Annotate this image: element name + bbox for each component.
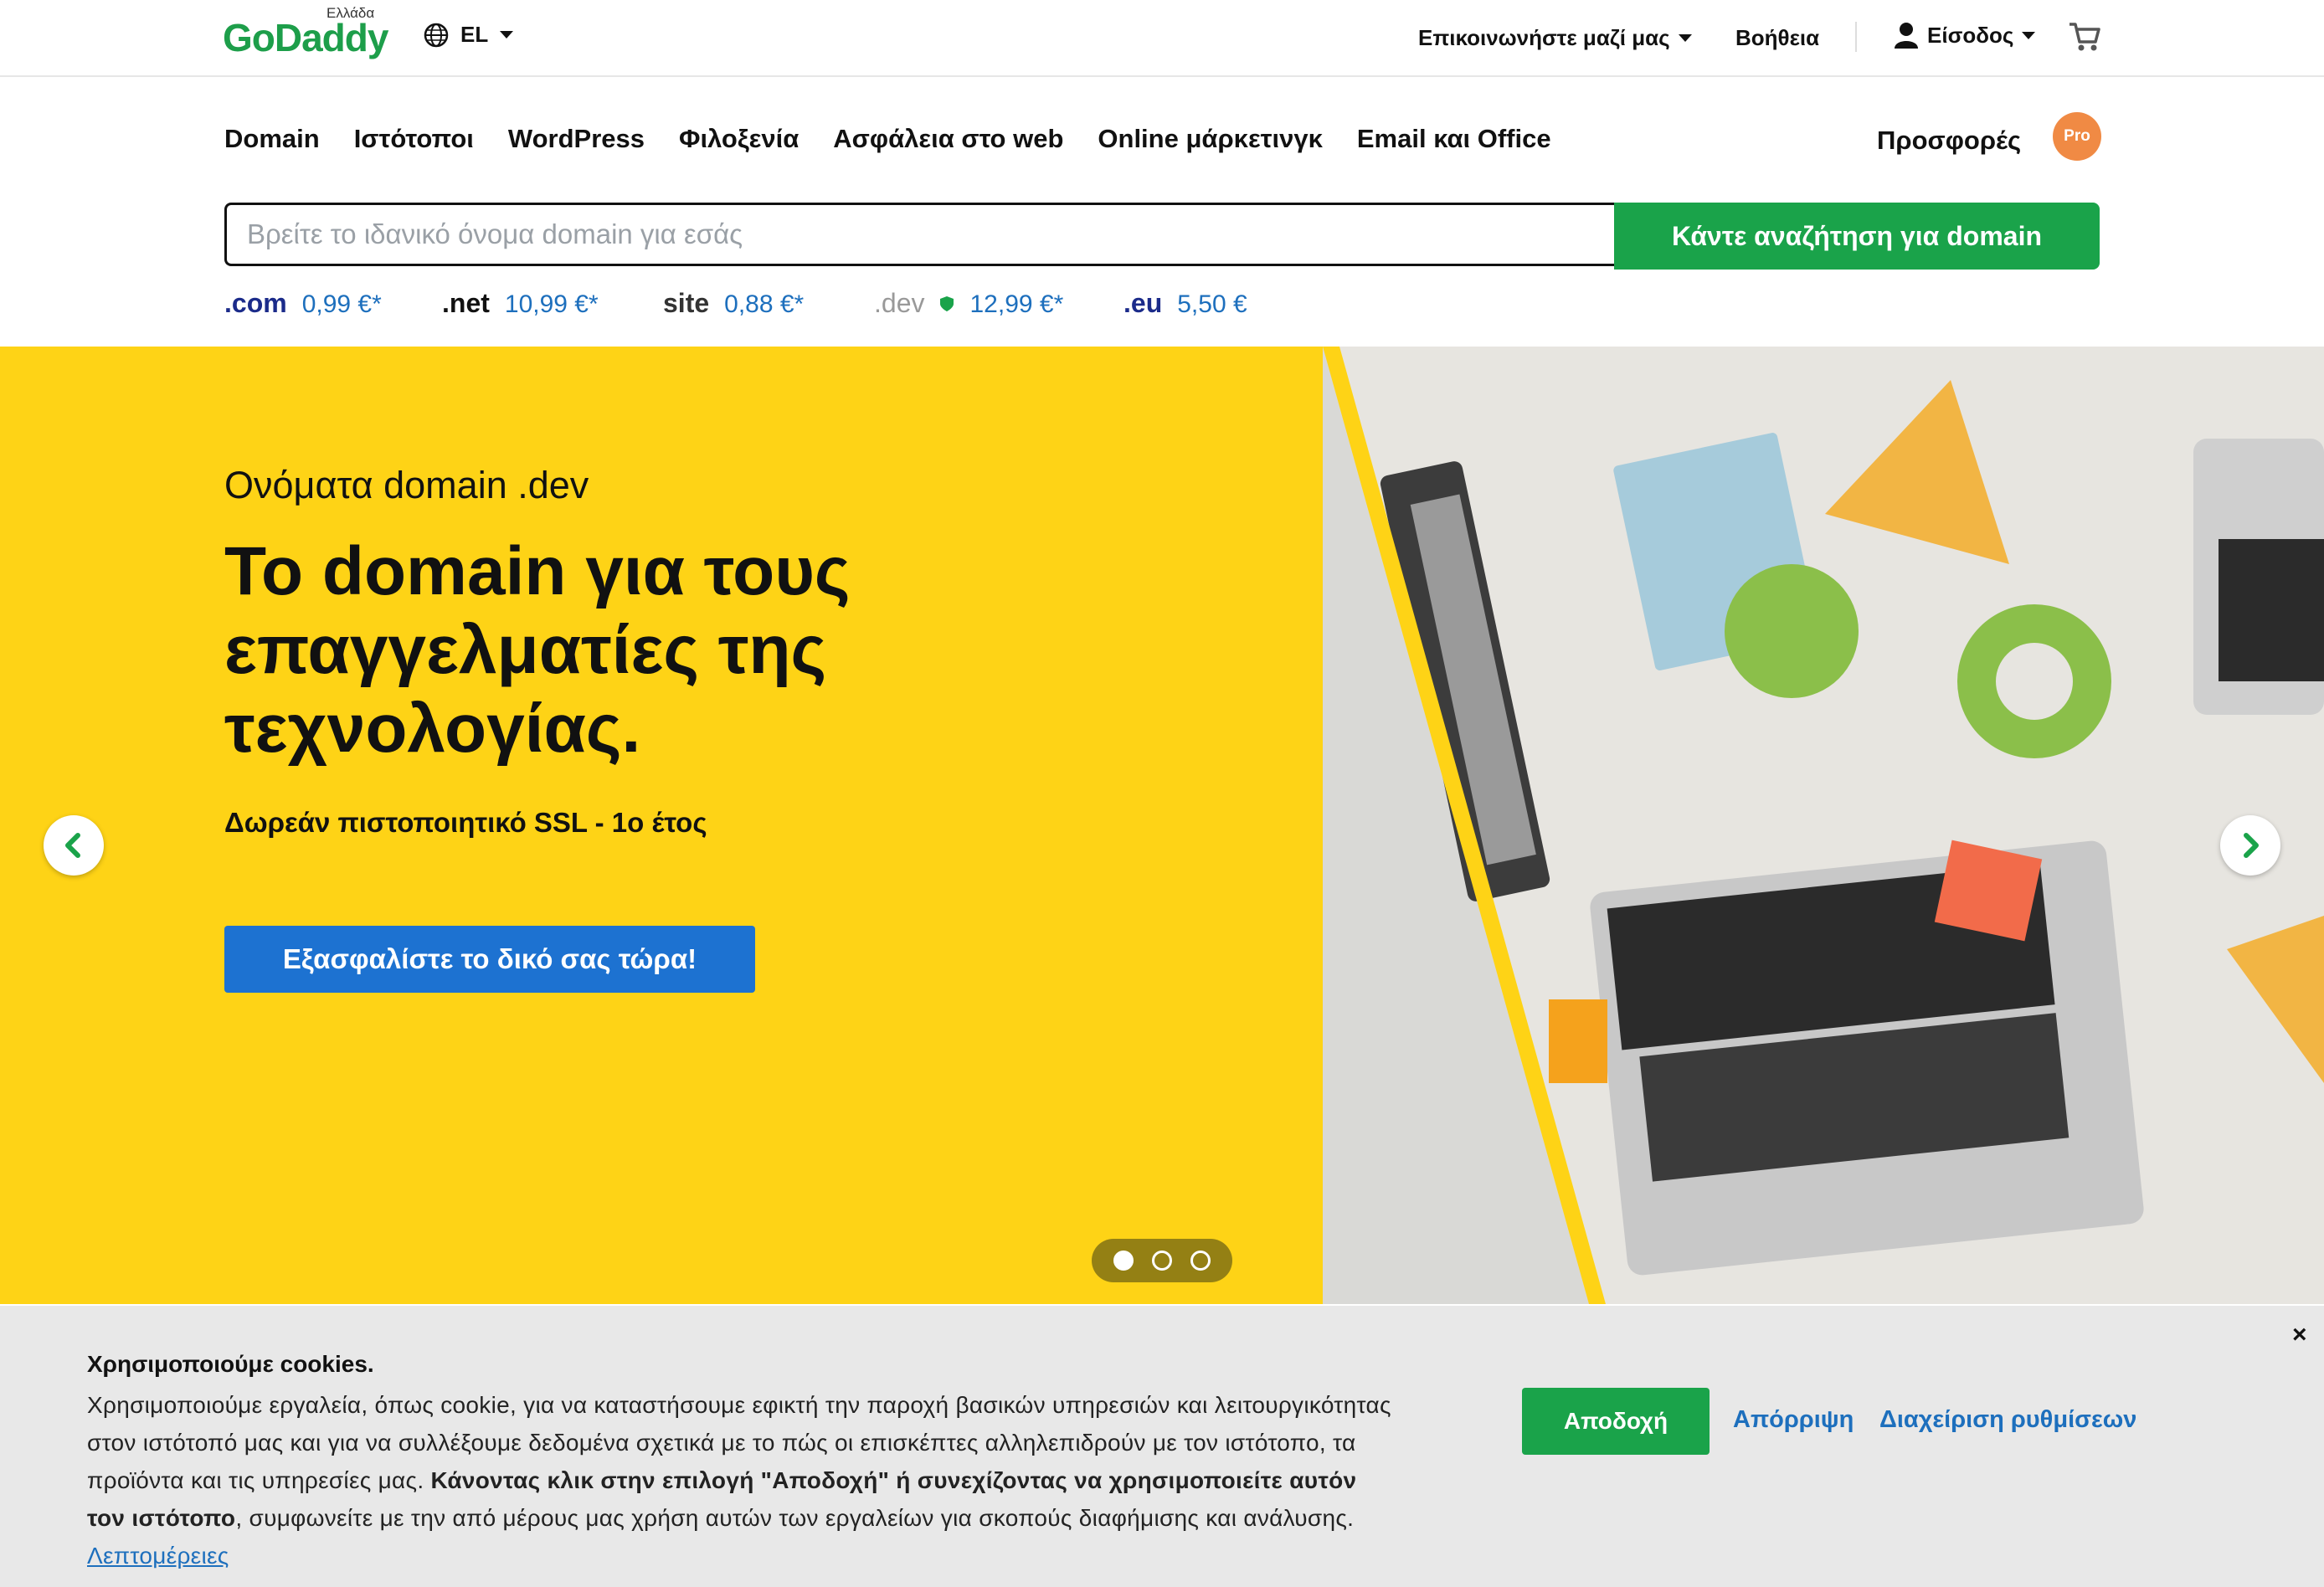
- language-selector[interactable]: EL: [424, 22, 514, 48]
- tld-price: 5,50 €: [1177, 290, 1247, 318]
- tld-eu[interactable]: .eu 5,50 €: [1123, 288, 1247, 319]
- nav-item-promotions[interactable]: Προσφορές: [1877, 126, 2021, 156]
- nav-item-email[interactable]: Email και Office: [1357, 124, 1551, 154]
- signin-label: Είσοδος: [1927, 22, 2014, 48]
- nav-item-wordpress[interactable]: WordPress: [508, 124, 645, 154]
- cart-icon: [2069, 23, 2100, 51]
- tld-price: 0,88 €*: [724, 290, 805, 318]
- nav-item-security[interactable]: Ασφάλεια στο web: [833, 124, 1063, 154]
- cookie-manage-button[interactable]: Διαχείριση ρυθμίσεων: [1879, 1406, 2136, 1434]
- nav-item-hosting[interactable]: Φιλοξενία: [679, 124, 799, 154]
- cookie-details-link[interactable]: Λεπτομέρειες: [87, 1543, 229, 1569]
- help-link[interactable]: Βοήθεια: [1735, 25, 1819, 51]
- hero-subline: Δωρεάν πιστοποιητικό SSL - 1ο έτος: [224, 807, 707, 838]
- divider: [1855, 22, 1857, 52]
- nav-item-domain[interactable]: Domain: [224, 124, 320, 154]
- chevron-left-icon: [65, 833, 80, 858]
- hero-carousel: Ονόματα domain .dev Το domain για τους ε…: [0, 347, 2324, 1304]
- hero-eyebrow: Ονόματα domain .dev: [224, 464, 589, 506]
- carousel-dot[interactable]: [1190, 1251, 1211, 1271]
- godaddy-logo[interactable]: GoDaddy: [223, 15, 388, 60]
- tld-net[interactable]: .net 10,99 €*: [442, 288, 599, 319]
- language-code: EL: [460, 22, 489, 47]
- domain-search-button[interactable]: Κάντε αναζήτηση για domain: [1614, 203, 2100, 270]
- nav-item-websites[interactable]: Ιστότοποι: [354, 124, 474, 154]
- domain-search-input[interactable]: [224, 203, 1837, 266]
- pro-badge[interactable]: Pro: [2053, 112, 2101, 161]
- carousel-dot[interactable]: [1113, 1251, 1134, 1271]
- carousel-next-button[interactable]: [2220, 815, 2280, 876]
- cookie-title: Χρησιμοποιούμε cookies.: [87, 1351, 374, 1377]
- tld-name: .eu: [1123, 288, 1163, 318]
- shield-icon: [940, 296, 954, 311]
- main-nav: Domain Ιστότοποι WordPress Φιλοξενία Ασφ…: [224, 124, 1586, 154]
- cookie-text-end: , συμφωνείτε με την από μέρους μας χρήση…: [235, 1505, 1355, 1531]
- contact-label: Επικοινωνήστε μαζί μας: [1418, 25, 1670, 50]
- hero-cta-button[interactable]: Εξασφαλίστε το δικό σας τώρα!: [224, 926, 755, 993]
- carousel-pagination: [1092, 1239, 1232, 1282]
- carousel-prev-button[interactable]: [44, 815, 104, 876]
- logo-region-label: Ελλάδα: [326, 5, 375, 21]
- carousel-dot[interactable]: [1152, 1251, 1172, 1271]
- signin-menu[interactable]: Είσοδος: [1894, 22, 2036, 49]
- chevron-down-icon: [500, 31, 514, 39]
- tld-dev[interactable]: .dev 12,99 €*: [874, 288, 1063, 319]
- tld-price: 12,99 €*: [969, 290, 1064, 318]
- tld-com[interactable]: .com 0,99 €*: [224, 288, 382, 319]
- tld-name: .com: [224, 288, 287, 318]
- tld-price: 0,99 €*: [301, 290, 382, 318]
- contact-menu[interactable]: Επικοινωνήστε μαζί μας: [1418, 25, 1692, 51]
- hero-headline: Το domain για τους επαγγελματίες της τεχ…: [224, 533, 851, 767]
- tld-site[interactable]: site 0,88 €*: [663, 288, 804, 319]
- tld-price: 10,99 €*: [504, 290, 599, 318]
- nav-item-marketing[interactable]: Online μάρκετινγκ: [1098, 124, 1322, 154]
- close-icon[interactable]: ×: [2292, 1321, 2307, 1349]
- cookie-reject-button[interactable]: Απόρριψη: [1733, 1406, 1854, 1434]
- chevron-down-icon: [1678, 34, 1692, 42]
- cookie-banner: Χρησιμοποιούμε cookies. Χρησιμοποιούμε ε…: [0, 1306, 2324, 1587]
- chevron-right-icon: [2244, 833, 2259, 858]
- tld-name: site: [663, 288, 710, 318]
- cookie-accept-button[interactable]: Αποδοχή: [1522, 1388, 1710, 1455]
- tld-name: .dev: [874, 288, 925, 318]
- cart-button[interactable]: [2068, 20, 2101, 58]
- logo-text: GoDaddy: [223, 16, 388, 59]
- user-icon: [1895, 23, 1918, 49]
- tld-name: .net: [442, 288, 490, 318]
- cookie-text: Χρησιμοποιούμε εργαλεία, όπως cookie, γι…: [87, 1386, 1393, 1574]
- chevron-down-icon: [2022, 31, 2036, 39]
- globe-icon: [424, 23, 449, 47]
